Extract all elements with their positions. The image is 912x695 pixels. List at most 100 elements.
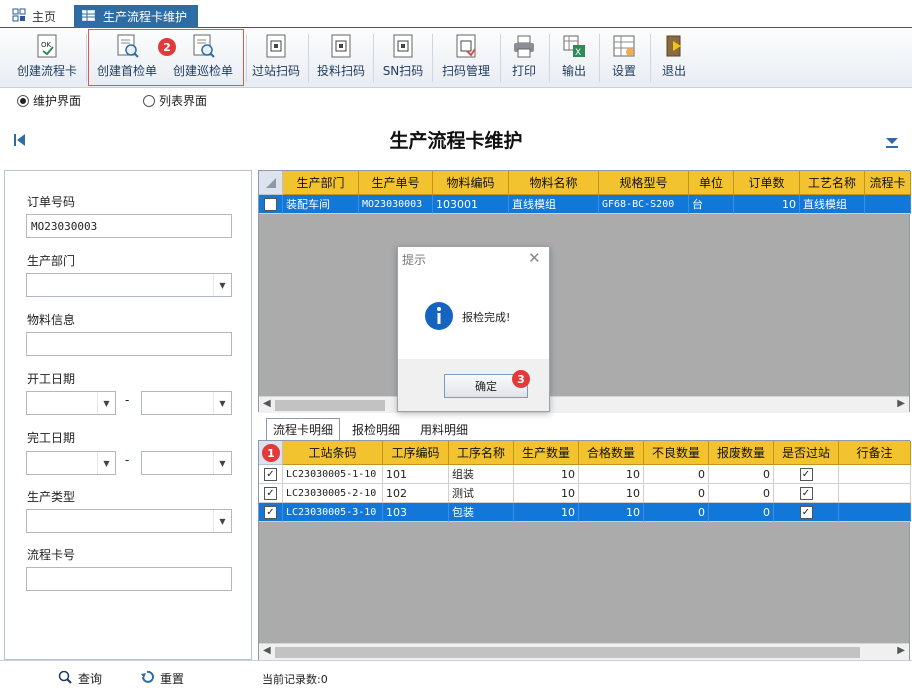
- dialog-title: 提示: [402, 253, 427, 267]
- col-header[interactable]: 生产单号: [359, 171, 433, 195]
- cell-scrap-qty: 0: [709, 484, 774, 503]
- chevron-down-icon: ▼: [213, 452, 231, 474]
- start-date-to[interactable]: ▼: [141, 391, 232, 415]
- cell-remark: [839, 484, 911, 503]
- cell-qty: 10: [734, 195, 800, 214]
- message-dialog: 提示 ✕ 报检完成! 确定 3: [397, 246, 550, 412]
- material-input[interactable]: [26, 332, 232, 356]
- cell-flow-card: [865, 195, 911, 214]
- passed-checkbox[interactable]: ✓: [799, 505, 813, 519]
- collapse-down-icon[interactable]: [886, 136, 898, 151]
- query-button[interactable]: 查询: [58, 670, 102, 687]
- cell-pass-qty: 10: [579, 465, 644, 484]
- tab-flow-card[interactable]: 生产流程卡维护: [74, 5, 198, 28]
- col-header[interactable]: 不良数量: [644, 441, 709, 465]
- tab-flow-card-detail[interactable]: 流程卡明细: [266, 418, 341, 440]
- dept-select[interactable]: ▼: [26, 273, 232, 297]
- footer-bar: 查询 重置 当前记录数:0: [0, 660, 912, 695]
- cell-remark: [839, 465, 911, 484]
- svg-text:OK: OK: [41, 41, 52, 49]
- scan-icon: [328, 33, 354, 59]
- col-header[interactable]: 单位: [689, 171, 734, 195]
- passed-checkbox[interactable]: ✓: [799, 486, 813, 500]
- horizontal-scrollbar[interactable]: ◀ ▶: [259, 643, 909, 660]
- col-header[interactable]: 生产部门: [283, 171, 359, 195]
- cell-op-name: 测试: [449, 484, 514, 503]
- radio-list[interactable]: 列表界面: [143, 92, 207, 109]
- print-button[interactable]: 打印: [504, 28, 544, 86]
- radio-maintain[interactable]: 维护界面: [17, 92, 81, 109]
- table-icon: [82, 9, 95, 24]
- tab-inspection-detail[interactable]: 报检明细: [346, 418, 406, 440]
- export-button[interactable]: X 输出: [553, 28, 595, 86]
- scroll-right-icon[interactable]: ▶: [897, 645, 905, 656]
- col-header[interactable]: 流程卡: [865, 171, 911, 195]
- home-icon: [12, 8, 26, 25]
- cell-scrap-qty: 0: [709, 503, 774, 522]
- station-scan-button[interactable]: 过站扫码: [248, 28, 304, 86]
- order-no-input[interactable]: MO23030003: [26, 214, 232, 238]
- cell-material-name: 直线模组: [509, 195, 599, 214]
- scan-icon: [390, 33, 416, 59]
- step-badge-1: 1: [262, 444, 280, 462]
- scroll-right-icon[interactable]: ▶: [897, 398, 905, 409]
- col-header[interactable]: 是否过站: [774, 441, 839, 465]
- row-checkbox[interactable]: ✓: [264, 467, 277, 481]
- end-date-to[interactable]: ▼: [141, 451, 232, 475]
- ok-doc-icon: OK: [34, 33, 60, 59]
- col-header[interactable]: 工站条码: [283, 441, 383, 465]
- cell-op-name: 包装: [449, 503, 514, 522]
- col-header[interactable]: 工序名称: [449, 441, 514, 465]
- col-header[interactable]: 物料名称: [509, 171, 599, 195]
- settings-button[interactable]: 设置: [603, 28, 645, 86]
- cell-bad-qty: 0: [644, 503, 709, 522]
- close-icon[interactable]: ✕: [528, 249, 541, 267]
- cell-unit: 台: [689, 195, 734, 214]
- cell-station-code: LC23030005-3-10: [283, 503, 383, 522]
- col-header[interactable]: 生产数量: [514, 441, 579, 465]
- export-icon: X: [561, 33, 587, 59]
- col-header[interactable]: 规格型号: [599, 171, 689, 195]
- reset-button[interactable]: 重置: [140, 670, 184, 687]
- passed-checkbox[interactable]: ✓: [799, 467, 813, 481]
- cell-order-no: MO23030003: [359, 195, 433, 214]
- horizontal-scrollbar[interactable]: ◀ ▶: [259, 396, 909, 413]
- settings-icon: [611, 33, 637, 59]
- row-checkbox[interactable]: ✓: [264, 486, 277, 500]
- toolbar: OK 创建流程卡 创建首检单 创建巡检单 2 过站扫码 投料扫码 SN扫码 扫码…: [0, 28, 912, 88]
- filter-panel: 订单号码 MO23030003 生产部门 ▼ 物料信息 开工日期 ▼ - ▼ 完…: [4, 170, 252, 660]
- col-header[interactable]: 合格数量: [579, 441, 644, 465]
- sn-scan-button[interactable]: SN扫码: [378, 28, 428, 86]
- flow-card-no-input[interactable]: [26, 567, 232, 591]
- row-checkbox[interactable]: ✓: [264, 505, 277, 519]
- create-flow-card-button[interactable]: OK 创建流程卡: [12, 28, 82, 86]
- tab-material-detail[interactable]: 用料明细: [414, 418, 474, 440]
- scroll-thumb[interactable]: [275, 400, 385, 411]
- scroll-left-icon[interactable]: ◀: [263, 645, 271, 656]
- col-header[interactable]: 订单数: [734, 171, 800, 195]
- row-checkbox[interactable]: [264, 197, 277, 211]
- feed-scan-button[interactable]: 投料扫码: [312, 28, 370, 86]
- scroll-left-icon[interactable]: ◀: [263, 398, 271, 409]
- end-date-from[interactable]: ▼: [26, 451, 116, 475]
- scroll-thumb[interactable]: [275, 647, 860, 658]
- order-grid: 生产部门 生产单号 物料编码 物料名称 规格型号 单位 订单数 工艺名称 流程卡…: [258, 170, 911, 413]
- start-date-from[interactable]: ▼: [26, 391, 116, 415]
- scan-management-button[interactable]: 扫码管理: [436, 28, 496, 86]
- title-bar: 生产流程卡维护: [0, 112, 912, 170]
- exit-icon: [661, 33, 687, 59]
- col-header[interactable]: 工序编码: [383, 441, 449, 465]
- material-label: 物料信息: [27, 313, 76, 327]
- cell-spec: GF68-BC-S200: [599, 195, 689, 214]
- cell-op-code: 103: [383, 503, 449, 522]
- col-header[interactable]: 行备注: [839, 441, 911, 465]
- col-header[interactable]: 物料编码: [433, 171, 509, 195]
- col-header[interactable]: 报废数量: [709, 441, 774, 465]
- tab-home[interactable]: 主页: [12, 5, 56, 27]
- col-header[interactable]: 工艺名称: [800, 171, 865, 195]
- production-type-select[interactable]: ▼: [26, 509, 232, 533]
- cell-scrap-qty: 0: [709, 465, 774, 484]
- undo-icon: [140, 670, 154, 687]
- exit-button[interactable]: 退出: [654, 28, 694, 86]
- cell-prod-qty: 10: [514, 503, 579, 522]
